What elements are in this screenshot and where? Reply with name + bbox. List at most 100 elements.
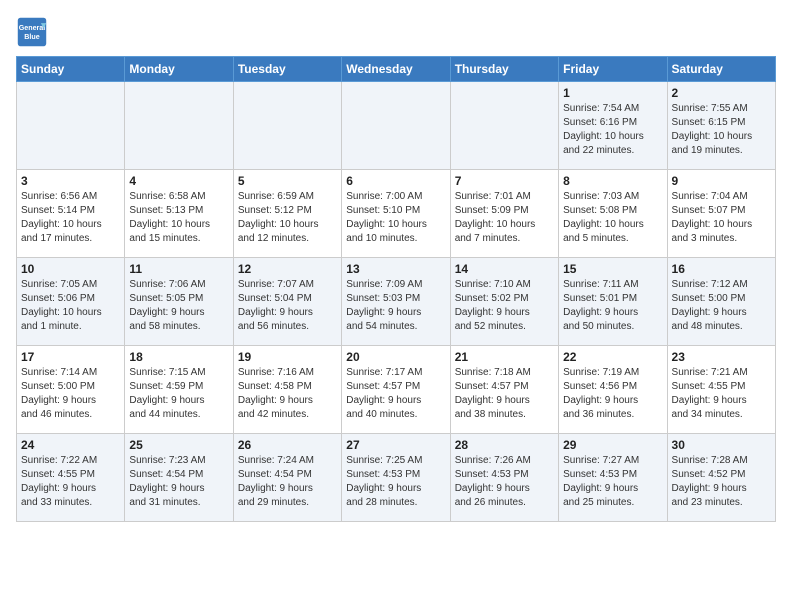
calendar-day-cell: 14 Sunrise: 7:10 AM Sunset: 5:02 PM Dayli… — [450, 258, 558, 346]
weekday-header: Sunday — [17, 57, 125, 82]
calendar-week-row: 17 Sunrise: 7:14 AM Sunset: 5:00 PM Dayli… — [17, 346, 776, 434]
calendar-day-cell: 30 Sunrise: 7:28 AM Sunset: 4:52 PM Dayli… — [667, 434, 775, 522]
calendar-day-cell: 5Sunrise: 6:59 AM Sunset: 5:12 PM Daylig… — [233, 170, 341, 258]
day-number: 24 — [21, 438, 120, 452]
calendar-day-cell: 16 Sunrise: 7:12 AM Sunset: 5:00 PM Dayli… — [667, 258, 775, 346]
day-info: Sunrise: 7:12 AM Sunset: 5:00 PM Dayligh… — [672, 278, 771, 334]
calendar-week-row: 10Sunrise: 7:05 AM Sunset: 5:06 PM Dayli… — [17, 258, 776, 346]
calendar-header-row: SundayMondayTuesdayWednesdayThursdayFrid… — [17, 57, 776, 82]
day-info: Sunrise: 7:09 AM Sunset: 5:03 PM Dayligh… — [346, 278, 445, 334]
calendar-day-cell — [342, 82, 450, 170]
day-info: Sunrise: 7:11 AM Sunset: 5:01 PM Dayligh… — [563, 278, 662, 334]
day-number: 20 — [346, 350, 445, 364]
day-info: Sunrise: 7:55 AM Sunset: 6:15 PM Dayligh… — [672, 102, 771, 158]
calendar-day-cell: 28 Sunrise: 7:26 AM Sunset: 4:53 PM Dayli… — [450, 434, 558, 522]
calendar-day-cell: 9 Sunrise: 7:04 AM Sunset: 5:07 PM Daylig… — [667, 170, 775, 258]
weekday-header: Monday — [125, 57, 233, 82]
day-info: Sunrise: 7:17 AM Sunset: 4:57 PM Dayligh… — [346, 366, 445, 422]
day-info: Sunrise: 6:56 AM Sunset: 5:14 PM Dayligh… — [21, 190, 120, 246]
day-number: 8 — [563, 174, 662, 188]
calendar-day-cell: 2 Sunrise: 7:55 AM Sunset: 6:15 PM Daylig… — [667, 82, 775, 170]
day-number: 29 — [563, 438, 662, 452]
day-number: 30 — [672, 438, 771, 452]
day-info: Sunrise: 7:21 AM Sunset: 4:55 PM Dayligh… — [672, 366, 771, 422]
day-number: 9 — [672, 174, 771, 188]
calendar-body: 1 Sunrise: 7:54 AM Sunset: 6:16 PM Daylig… — [17, 82, 776, 522]
day-info: Sunrise: 7:26 AM Sunset: 4:53 PM Dayligh… — [455, 454, 554, 510]
calendar-day-cell: 23Sunrise: 7:21 AM Sunset: 4:55 PM Dayli… — [667, 346, 775, 434]
day-number: 17 — [21, 350, 120, 364]
calendar-day-cell: 17 Sunrise: 7:14 AM Sunset: 5:00 PM Dayli… — [17, 346, 125, 434]
day-number: 1 — [563, 86, 662, 100]
day-info: Sunrise: 7:22 AM Sunset: 4:55 PM Dayligh… — [21, 454, 120, 510]
calendar-day-cell: 13 Sunrise: 7:09 AM Sunset: 5:03 PM Dayli… — [342, 258, 450, 346]
day-info: Sunrise: 7:10 AM Sunset: 5:02 PM Dayligh… — [455, 278, 554, 334]
calendar-day-cell: 26 Sunrise: 7:24 AM Sunset: 4:54 PM Dayli… — [233, 434, 341, 522]
day-number: 4 — [129, 174, 228, 188]
calendar-day-cell: 10Sunrise: 7:05 AM Sunset: 5:06 PM Dayli… — [17, 258, 125, 346]
svg-text:Blue: Blue — [24, 33, 39, 41]
calendar-day-cell: 3 Sunrise: 6:56 AM Sunset: 5:14 PM Daylig… — [17, 170, 125, 258]
day-info: Sunrise: 7:14 AM Sunset: 5:00 PM Dayligh… — [21, 366, 120, 422]
day-number: 25 — [129, 438, 228, 452]
calendar-day-cell: 18 Sunrise: 7:15 AM Sunset: 4:59 PM Dayli… — [125, 346, 233, 434]
day-number: 15 — [563, 262, 662, 276]
calendar-day-cell: 12Sunrise: 7:07 AM Sunset: 5:04 PM Dayli… — [233, 258, 341, 346]
calendar-day-cell: 22Sunrise: 7:19 AM Sunset: 4:56 PM Dayli… — [559, 346, 667, 434]
calendar-day-cell: 11 Sunrise: 7:06 AM Sunset: 5:05 PM Dayli… — [125, 258, 233, 346]
day-number: 28 — [455, 438, 554, 452]
day-info: Sunrise: 7:18 AM Sunset: 4:57 PM Dayligh… — [455, 366, 554, 422]
day-number: 16 — [672, 262, 771, 276]
day-info: Sunrise: 7:28 AM Sunset: 4:52 PM Dayligh… — [672, 454, 771, 510]
calendar-day-cell: 29Sunrise: 7:27 AM Sunset: 4:53 PM Dayli… — [559, 434, 667, 522]
day-info: Sunrise: 6:59 AM Sunset: 5:12 PM Dayligh… — [238, 190, 337, 246]
calendar-day-cell: 15 Sunrise: 7:11 AM Sunset: 5:01 PM Dayli… — [559, 258, 667, 346]
calendar-day-cell — [17, 82, 125, 170]
day-info: Sunrise: 7:00 AM Sunset: 5:10 PM Dayligh… — [346, 190, 445, 246]
calendar-day-cell: 24 Sunrise: 7:22 AM Sunset: 4:55 PM Dayli… — [17, 434, 125, 522]
calendar-day-cell: 21Sunrise: 7:18 AM Sunset: 4:57 PM Dayli… — [450, 346, 558, 434]
day-number: 7 — [455, 174, 554, 188]
day-number: 26 — [238, 438, 337, 452]
day-info: Sunrise: 7:05 AM Sunset: 5:06 PM Dayligh… — [21, 278, 120, 334]
weekday-header: Tuesday — [233, 57, 341, 82]
day-number: 13 — [346, 262, 445, 276]
calendar-day-cell: 20 Sunrise: 7:17 AM Sunset: 4:57 PM Dayli… — [342, 346, 450, 434]
day-info: Sunrise: 7:15 AM Sunset: 4:59 PM Dayligh… — [129, 366, 228, 422]
day-info: Sunrise: 7:23 AM Sunset: 4:54 PM Dayligh… — [129, 454, 228, 510]
calendar-day-cell — [450, 82, 558, 170]
calendar-day-cell: 4Sunrise: 6:58 AM Sunset: 5:13 PM Daylig… — [125, 170, 233, 258]
calendar-week-row: 3 Sunrise: 6:56 AM Sunset: 5:14 PM Daylig… — [17, 170, 776, 258]
svg-text:General: General — [19, 24, 46, 32]
day-info: Sunrise: 7:54 AM Sunset: 6:16 PM Dayligh… — [563, 102, 662, 158]
calendar-day-cell — [233, 82, 341, 170]
weekday-header: Wednesday — [342, 57, 450, 82]
day-number: 2 — [672, 86, 771, 100]
calendar-day-cell — [125, 82, 233, 170]
day-number: 27 — [346, 438, 445, 452]
calendar-day-cell: 19Sunrise: 7:16 AM Sunset: 4:58 PM Dayli… — [233, 346, 341, 434]
day-number: 11 — [129, 262, 228, 276]
day-info: Sunrise: 7:01 AM Sunset: 5:09 PM Dayligh… — [455, 190, 554, 246]
calendar-day-cell: 1 Sunrise: 7:54 AM Sunset: 6:16 PM Daylig… — [559, 82, 667, 170]
calendar-table: SundayMondayTuesdayWednesdayThursdayFrid… — [16, 56, 776, 522]
calendar-day-cell: 27 Sunrise: 7:25 AM Sunset: 4:53 PM Dayli… — [342, 434, 450, 522]
calendar-day-cell: 7 Sunrise: 7:01 AM Sunset: 5:09 PM Daylig… — [450, 170, 558, 258]
day-info: Sunrise: 7:16 AM Sunset: 4:58 PM Dayligh… — [238, 366, 337, 422]
day-info: Sunrise: 7:04 AM Sunset: 5:07 PM Dayligh… — [672, 190, 771, 246]
day-number: 14 — [455, 262, 554, 276]
weekday-header: Saturday — [667, 57, 775, 82]
day-number: 6 — [346, 174, 445, 188]
calendar-day-cell: 8Sunrise: 7:03 AM Sunset: 5:08 PM Daylig… — [559, 170, 667, 258]
day-number: 18 — [129, 350, 228, 364]
logo-icon: General Blue — [16, 16, 48, 48]
day-info: Sunrise: 7:06 AM Sunset: 5:05 PM Dayligh… — [129, 278, 228, 334]
day-number: 12 — [238, 262, 337, 276]
weekday-header: Thursday — [450, 57, 558, 82]
day-number: 3 — [21, 174, 120, 188]
day-info: Sunrise: 7:19 AM Sunset: 4:56 PM Dayligh… — [563, 366, 662, 422]
calendar-day-cell: 25 Sunrise: 7:23 AM Sunset: 4:54 PM Dayli… — [125, 434, 233, 522]
day-info: Sunrise: 7:25 AM Sunset: 4:53 PM Dayligh… — [346, 454, 445, 510]
day-info: Sunrise: 7:24 AM Sunset: 4:54 PM Dayligh… — [238, 454, 337, 510]
page-header: General Blue — [16, 16, 776, 48]
